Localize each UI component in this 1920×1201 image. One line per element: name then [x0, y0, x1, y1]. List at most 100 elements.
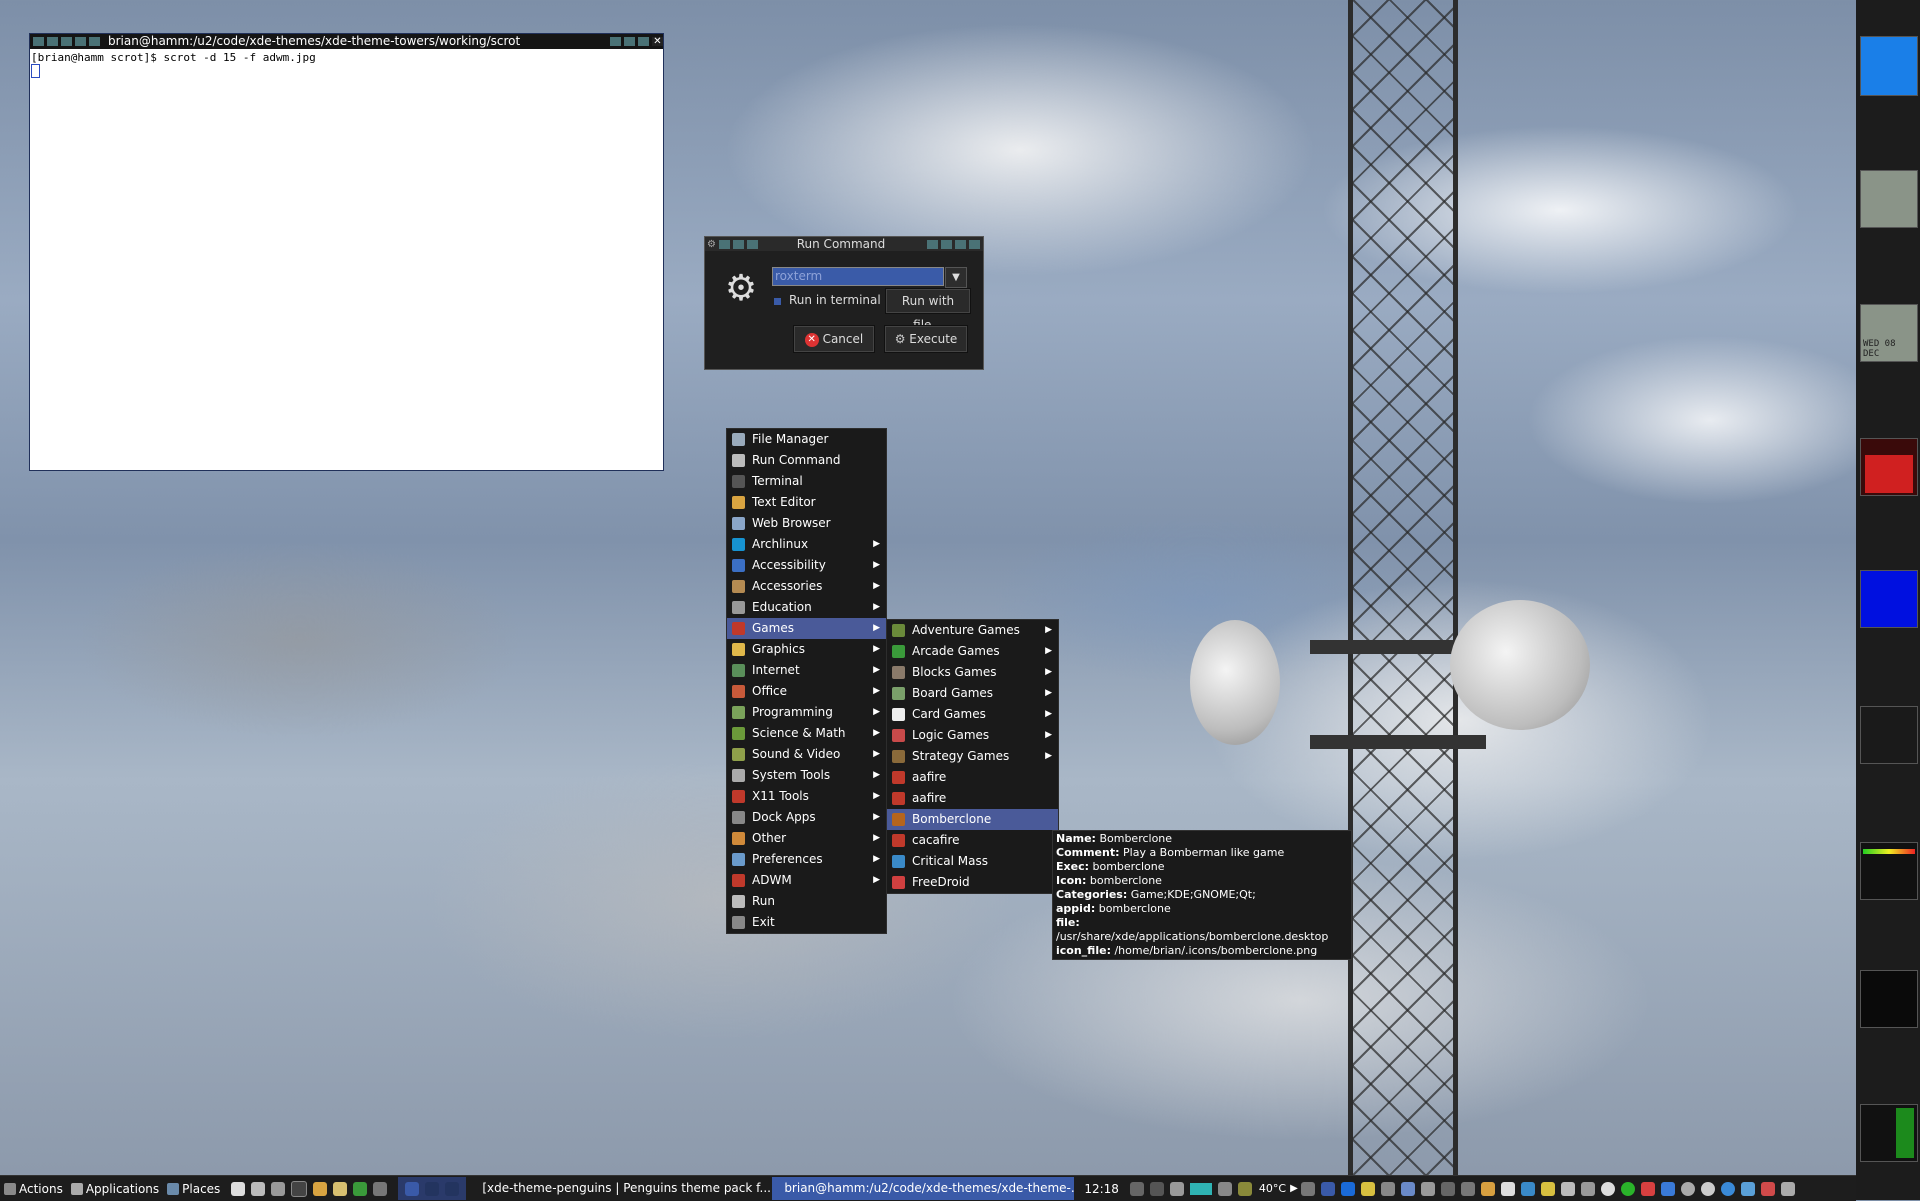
titlebar-button[interactable]	[718, 239, 730, 249]
battery-icon[interactable]	[1189, 1182, 1212, 1195]
tray-icon[interactable]	[1129, 1181, 1144, 1196]
tray-icon[interactable]	[1740, 1181, 1755, 1196]
tray-icon[interactable]	[1217, 1181, 1232, 1196]
network-icon[interactable]	[1400, 1181, 1415, 1196]
maximize-icon[interactable]	[638, 37, 649, 46]
dockapp-timer[interactable]	[1860, 970, 1918, 1028]
actions-menu[interactable]: Actions	[0, 1182, 67, 1196]
workspace-2[interactable]	[425, 1181, 440, 1196]
menu-item-science-math[interactable]: Science & Math ▶	[727, 723, 886, 744]
tray-icon[interactable]	[1380, 1181, 1395, 1196]
window-menu-icon[interactable]	[33, 37, 44, 46]
menu-item-accessibility[interactable]: Accessibility ▶	[727, 555, 886, 576]
tray-icon[interactable]	[1560, 1181, 1575, 1196]
run-in-terminal-checkbox[interactable]	[774, 298, 781, 305]
image-viewer-icon[interactable]	[333, 1181, 348, 1196]
task-terminal[interactable]: brian@hamm:/u2/code/xde-themes/xde-theme…	[772, 1177, 1075, 1200]
cpu-monitor-icon[interactable]	[1440, 1181, 1455, 1196]
menu-item-cacafire[interactable]: cacafire	[887, 830, 1058, 851]
execute-button[interactable]: ⚙ Execute	[884, 325, 968, 353]
menu-item-bomberclone[interactable]: Bomberclone	[887, 809, 1058, 830]
tray-icon[interactable]	[1680, 1181, 1695, 1196]
tray-icon[interactable]	[1660, 1181, 1675, 1196]
tray-icon[interactable]	[1460, 1181, 1475, 1196]
bluetooth-icon[interactable]	[1340, 1181, 1355, 1196]
dialog-titlebar[interactable]: ⚙ Run Command	[705, 237, 983, 251]
terminal-titlebar[interactable]: brian@hamm:/u2/code/xde-themes/xde-theme…	[30, 34, 663, 49]
workspace-3[interactable]	[445, 1181, 460, 1196]
menu-item-exit[interactable]: Exit	[727, 912, 886, 933]
menu-item-office[interactable]: Office ▶	[727, 681, 886, 702]
float-icon[interactable]	[61, 37, 72, 46]
titlebar-button[interactable]	[941, 239, 952, 249]
titlebar-button[interactable]	[969, 239, 980, 249]
command-input[interactable]: roxterm	[772, 267, 944, 286]
tray-icon[interactable]	[1640, 1181, 1655, 1196]
titlebar-button[interactable]	[746, 239, 758, 249]
close-icon[interactable]: ✕	[652, 37, 663, 47]
workspace-pager[interactable]	[398, 1177, 467, 1200]
menu-item-x11-tools[interactable]: X11 Tools ▶	[727, 786, 886, 807]
menu-item-adwm[interactable]: ADWM ▶	[727, 870, 886, 891]
tray-icon[interactable]	[1580, 1181, 1595, 1196]
menu-item-critical-mass[interactable]: Critical Mass	[887, 851, 1058, 872]
menu-item-blocks-games[interactable]: Blocks Games ▶	[887, 662, 1058, 683]
menu-item-education[interactable]: Education ▶	[727, 597, 886, 618]
terminal-window[interactable]: brian@hamm:/u2/code/xde-themes/xde-theme…	[29, 33, 664, 471]
menu-item-web-browser[interactable]: Web Browser	[727, 513, 886, 534]
spreadsheet-icon[interactable]	[353, 1181, 368, 1196]
clock[interactable]: 12:18	[1080, 1182, 1123, 1196]
menu-item-adventure-games[interactable]: Adventure Games ▶	[887, 620, 1058, 641]
dockapp-weather[interactable]	[1860, 36, 1918, 96]
sticky-icon[interactable]	[610, 37, 621, 46]
editor-icon[interactable]	[313, 1181, 328, 1196]
brightness-icon[interactable]	[1600, 1181, 1615, 1196]
workspace-1[interactable]	[405, 1181, 420, 1196]
file-manager-icon[interactable]	[231, 1181, 246, 1196]
keyboard-icon[interactable]	[1169, 1181, 1184, 1196]
run-command-dialog[interactable]: ⚙ Run Command ⚙ roxterm ▼ Run in termina…	[704, 236, 984, 370]
tray-icon[interactable]	[1480, 1181, 1495, 1196]
tray-icon[interactable]	[1540, 1181, 1555, 1196]
menu-item-run[interactable]: Run	[727, 891, 886, 912]
menu-item-strategy-games[interactable]: Strategy Games ▶	[887, 746, 1058, 767]
dockapp-clock[interactable]: WED 08 DEC	[1860, 304, 1918, 362]
menu-item-accessories[interactable]: Accessories ▶	[727, 576, 886, 597]
play-icon[interactable]: ▶	[1290, 1183, 1298, 1194]
menu-item-programming[interactable]: Programming ▶	[727, 702, 886, 723]
titlebar-button[interactable]	[732, 239, 744, 249]
dockapp-network[interactable]	[1860, 438, 1918, 496]
tray-icon[interactable]	[1320, 1181, 1335, 1196]
menu-item-graphics[interactable]: Graphics ▶	[727, 639, 886, 660]
fill-icon[interactable]	[75, 37, 86, 46]
menu-item-card-games[interactable]: Card Games ▶	[887, 704, 1058, 725]
menu-item-arcade-games[interactable]: Arcade Games ▶	[887, 641, 1058, 662]
menu-item-aafire[interactable]: aafire	[887, 767, 1058, 788]
dockapp-moon[interactable]	[1860, 570, 1918, 628]
menu-item-run-command[interactable]: Run Command	[727, 450, 886, 471]
tray-icon[interactable]	[1237, 1181, 1252, 1196]
root-menu[interactable]: File Manager Run Command Terminal Text Edit…	[726, 428, 887, 934]
menu-item-file-manager[interactable]: File Manager	[727, 429, 886, 450]
settings-icon[interactable]	[373, 1181, 388, 1196]
menu-item-terminal[interactable]: Terminal	[727, 471, 886, 492]
tray-icon[interactable]	[1520, 1181, 1535, 1196]
dockapp-monitor[interactable]	[1860, 842, 1918, 900]
tray-icon[interactable]	[1500, 1181, 1515, 1196]
menu-item-archlinux[interactable]: Archlinux ▶	[727, 534, 886, 555]
tray-icon[interactable]	[1700, 1181, 1715, 1196]
menu-item-board-games[interactable]: Board Games ▶	[887, 683, 1058, 704]
dockapp-cpu[interactable]	[1860, 170, 1918, 228]
menu-item-preferences[interactable]: Preferences ▶	[727, 849, 886, 870]
menu-item-text-editor[interactable]: Text Editor	[727, 492, 886, 513]
menu-item-dock-apps[interactable]: Dock Apps ▶	[727, 807, 886, 828]
places-menu[interactable]: Places	[163, 1182, 224, 1196]
menu-item-other[interactable]: Other ▶	[727, 828, 886, 849]
menu-item-aafire[interactable]: aafire	[887, 788, 1058, 809]
cancel-button[interactable]: ✕ Cancel	[793, 325, 875, 353]
titlebar-button[interactable]	[927, 239, 938, 249]
task-firefox[interactable]: [xde-theme-penguins | Penguins theme pac…	[470, 1177, 772, 1200]
menu-item-games[interactable]: Games ▶	[727, 618, 886, 639]
terminal-icon[interactable]	[291, 1180, 308, 1197]
tray-icon[interactable]	[1149, 1181, 1164, 1196]
